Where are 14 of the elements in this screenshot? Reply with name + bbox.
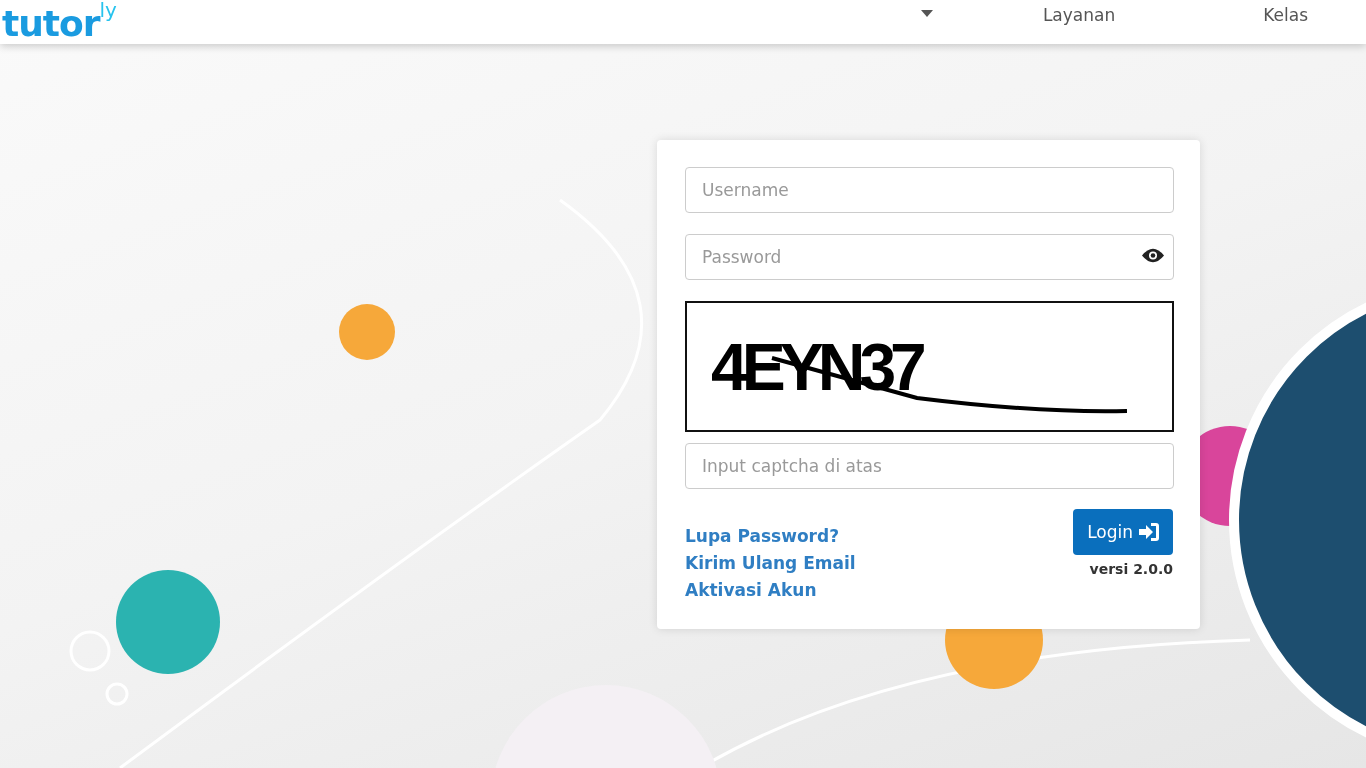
dropdown-caret-icon[interactable] bbox=[920, 9, 933, 17]
ball-drawing bbox=[339, 304, 395, 360]
account-link[interactable]: Aktivasi Akun bbox=[685, 579, 856, 601]
eye-icon[interactable] bbox=[1142, 248, 1164, 263]
account-link[interactable]: Lupa Password? bbox=[685, 525, 856, 547]
captcha-input-field[interactable]: Input captcha di atas bbox=[685, 443, 1174, 489]
nav-link[interactable]: Kelas bbox=[1263, 5, 1308, 25]
password-field[interactable]: Password bbox=[685, 234, 1174, 280]
username-field[interactable]: Username bbox=[685, 167, 1174, 213]
version-text: versi 2.0.0 bbox=[1089, 561, 1173, 577]
sign-in-icon bbox=[1139, 523, 1159, 541]
nav-link[interactable]: Layanan bbox=[1042, 5, 1116, 25]
account-link[interactable]: Kirim Ulang Email bbox=[685, 552, 856, 574]
login-button[interactable]: Login bbox=[1073, 509, 1173, 555]
